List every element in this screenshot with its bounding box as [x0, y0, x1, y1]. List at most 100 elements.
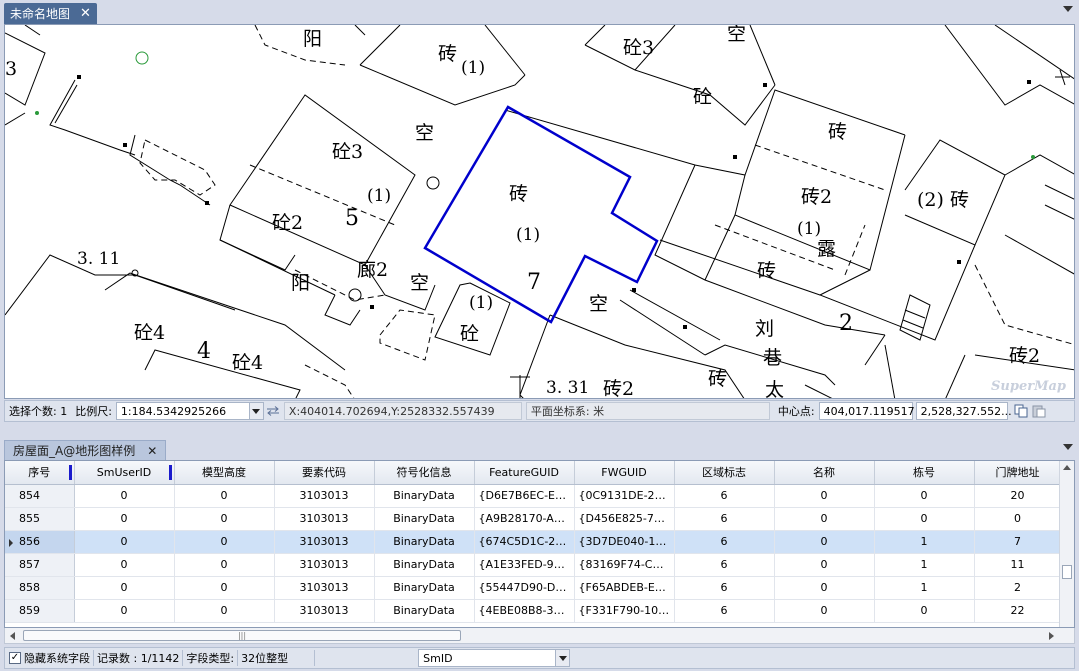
- table-cell[interactable]: 0: [74, 530, 175, 554]
- table-cell[interactable]: 0: [774, 599, 875, 623]
- column-header[interactable]: SmUserID: [74, 461, 175, 485]
- table-cell[interactable]: 0: [774, 576, 875, 600]
- table-cell[interactable]: {F65ABDEB-E6...: [574, 576, 675, 600]
- table-row[interactable]: 856 0 0 3103013 BinaryData {674C5D1C-22... {3D…: [5, 530, 1062, 554]
- tab-list-dropdown-icon[interactable]: [1063, 6, 1073, 12]
- table-cell[interactable]: 1: [874, 553, 975, 577]
- table-cell[interactable]: 7: [974, 530, 1062, 554]
- table-cell[interactable]: {F331F790-106...: [574, 599, 675, 623]
- table-cell[interactable]: 3103013: [274, 576, 375, 600]
- table-cell[interactable]: 0: [174, 484, 275, 508]
- table-cell[interactable]: 0: [74, 599, 175, 623]
- column-header[interactable]: 名称: [774, 461, 875, 485]
- table-row[interactable]: 855 0 0 3103013 BinaryData {A9B28170-AE... {D4…: [5, 507, 1062, 531]
- column-header[interactable]: 序号: [5, 461, 75, 485]
- table-cell[interactable]: 0: [874, 507, 975, 531]
- table-cell[interactable]: 6: [674, 576, 775, 600]
- paste-icon[interactable]: [1030, 402, 1048, 420]
- table-cell[interactable]: 1: [874, 530, 975, 554]
- scroll-left-icon[interactable]: [10, 632, 15, 640]
- center-y-field[interactable]: 2,528,327.552...: [915, 402, 1012, 420]
- table-cell[interactable]: 3103013: [274, 599, 375, 623]
- field-select[interactable]: SmID: [418, 649, 571, 667]
- copy-icon[interactable]: [1012, 402, 1030, 420]
- table-cell[interactable]: BinaryData: [374, 576, 475, 600]
- table-cell[interactable]: 2: [974, 576, 1062, 600]
- column-header[interactable]: 区域标志: [674, 461, 775, 485]
- table-cell[interactable]: {D6E7B6EC-E2...: [474, 484, 575, 508]
- table-cell[interactable]: 0: [774, 553, 875, 577]
- table-cell[interactable]: 20: [974, 484, 1062, 508]
- scale-value[interactable]: 1:184.5342925266: [121, 405, 226, 418]
- table-cell[interactable]: 0: [74, 553, 175, 577]
- table-cell[interactable]: 3103013: [274, 484, 375, 508]
- row-number-cell[interactable]: 858: [5, 576, 75, 600]
- table-cell[interactable]: 0: [74, 507, 175, 531]
- table-row[interactable]: 858 0 0 3103013 BinaryData {55447D90-D6... {F6…: [5, 576, 1062, 600]
- chevron-down-icon[interactable]: [248, 403, 263, 419]
- tab-attribute-table[interactable]: 房屋面_A@地形图样例 ✕: [4, 440, 167, 460]
- close-icon[interactable]: ✕: [80, 7, 91, 20]
- table-cell[interactable]: BinaryData: [374, 553, 475, 577]
- row-number-cell[interactable]: 855: [5, 507, 75, 531]
- table-cell[interactable]: 0: [174, 553, 275, 577]
- tab-map-document[interactable]: 未命名地图 ✕: [4, 3, 97, 24]
- close-icon[interactable]: ✕: [147, 444, 157, 458]
- table-cell[interactable]: 6: [674, 553, 775, 577]
- table-cell[interactable]: 0: [774, 530, 875, 554]
- table-cell[interactable]: 22: [974, 599, 1062, 623]
- table-cell[interactable]: 0: [974, 507, 1062, 531]
- table-cell[interactable]: {A1E33FED-9B...: [474, 553, 575, 577]
- center-x-field[interactable]: 404,017.119517: [818, 402, 915, 420]
- column-header[interactable]: 门牌地址: [974, 461, 1062, 485]
- table-cell[interactable]: 6: [674, 530, 775, 554]
- column-header[interactable]: 要素代码: [274, 461, 375, 485]
- table-cell[interactable]: 11: [974, 553, 1062, 577]
- panel-splitter[interactable]: [0, 422, 1079, 438]
- table-cell[interactable]: BinaryData: [374, 507, 475, 531]
- column-header[interactable]: FeatureGUID: [474, 461, 575, 485]
- attribute-grid[interactable]: 序号 SmUserID 模型高度 要素代码 符号化信息 FeatureGUID …: [4, 460, 1075, 628]
- table-cell[interactable]: 0: [774, 507, 875, 531]
- column-header[interactable]: 栋号: [874, 461, 975, 485]
- chevron-down-icon[interactable]: [555, 650, 570, 666]
- table-cell[interactable]: {D456E825-7C...: [574, 507, 675, 531]
- table-cell[interactable]: 0: [174, 576, 275, 600]
- table-cell[interactable]: BinaryData: [374, 530, 475, 554]
- table-cell[interactable]: 0: [74, 576, 175, 600]
- table-cell[interactable]: {674C5D1C-22...: [474, 530, 575, 554]
- table-cell[interactable]: {A9B28170-AE...: [474, 507, 575, 531]
- panel-dropdown-icon[interactable]: [1063, 444, 1073, 450]
- row-number-cell[interactable]: 854: [5, 484, 75, 508]
- table-cell[interactable]: 0: [174, 599, 275, 623]
- map-canvas[interactable]: 阳 砖 (1) 砼3 空 砼 空 砖 砼3 (1) 5 砼2 砖 (1) 7 砖…: [4, 24, 1075, 399]
- scroll-right-icon[interactable]: [1049, 632, 1054, 640]
- column-header[interactable]: FWGUID: [574, 461, 675, 485]
- table-cell[interactable]: 3103013: [274, 507, 375, 531]
- table-row[interactable]: 857 0 0 3103013 BinaryData {A1E33FED-9B... {83…: [5, 553, 1062, 577]
- table-cell[interactable]: 0: [774, 484, 875, 508]
- hide-system-fields-toggle[interactable]: ✓ 隐藏系统字段: [9, 650, 90, 666]
- table-cell[interactable]: 6: [674, 507, 775, 531]
- column-header[interactable]: 模型高度: [174, 461, 275, 485]
- table-cell[interactable]: 0: [174, 530, 275, 554]
- table-cell[interactable]: 3103013: [274, 553, 375, 577]
- scroll-thumb[interactable]: |||: [23, 630, 461, 641]
- horizontal-scrollbar[interactable]: |||: [4, 628, 1075, 644]
- table-cell[interactable]: BinaryData: [374, 484, 475, 508]
- table-cell[interactable]: {0C9131DE-2E...: [574, 484, 675, 508]
- table-cell[interactable]: {83169F74-CFE...: [574, 553, 675, 577]
- table-cell[interactable]: 0: [874, 484, 975, 508]
- table-cell[interactable]: BinaryData: [374, 599, 475, 623]
- table-row[interactable]: 854 0 0 3103013 BinaryData {D6E7B6EC-E2... {0C…: [5, 484, 1062, 508]
- table-cell[interactable]: 6: [674, 484, 775, 508]
- swap-arrows-icon[interactable]: [264, 402, 282, 420]
- table-cell[interactable]: 0: [174, 507, 275, 531]
- checkbox-checked-icon[interactable]: ✓: [9, 652, 21, 664]
- table-cell[interactable]: 1: [874, 576, 975, 600]
- scale-combobox[interactable]: 1:184.5342925266: [115, 402, 264, 420]
- table-cell[interactable]: {55447D90-D6...: [474, 576, 575, 600]
- scroll-thumb[interactable]: [1062, 565, 1072, 579]
- table-row[interactable]: 859 0 0 3103013 BinaryData {4EBE08B8-38... {F3…: [5, 599, 1062, 623]
- scroll-up-icon[interactable]: [1063, 465, 1071, 470]
